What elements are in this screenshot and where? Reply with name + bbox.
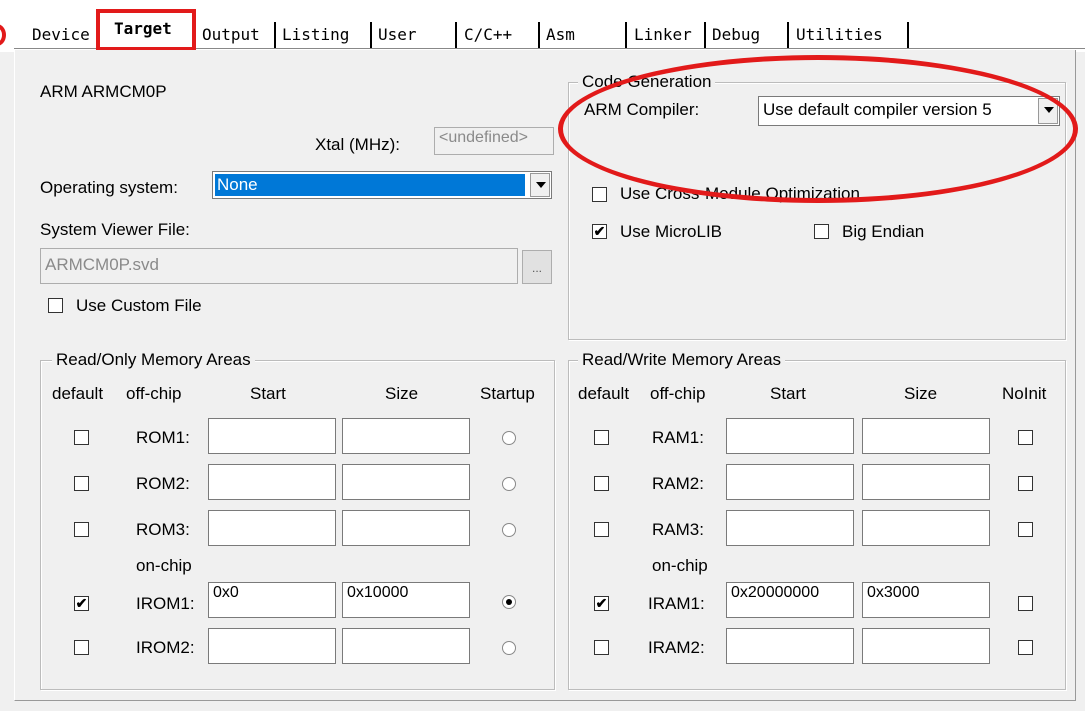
iram1-size-input[interactable]: 0x3000	[862, 582, 990, 618]
irom2-default-checkbox[interactable]	[74, 640, 89, 655]
rw-header-offchip: off-chip	[650, 384, 706, 403]
rw-header-size: Size	[904, 384, 938, 403]
iram2-size-input[interactable]	[862, 628, 990, 664]
irom2-startup-radio[interactable]	[502, 641, 516, 655]
iram1-default-checkbox[interactable]: ✔	[594, 596, 609, 611]
rom3-start-input[interactable]	[208, 510, 336, 546]
ram3-default-checkbox[interactable]	[594, 522, 609, 537]
tab-utilities[interactable]: Utilities	[792, 22, 887, 48]
irom1-startup-radio[interactable]	[502, 595, 516, 609]
ram2-start-input[interactable]	[726, 464, 854, 500]
use-custom-file-label: Use Custom File	[76, 296, 202, 315]
rom1-label: ROM1:	[136, 428, 190, 447]
rom1-start-input[interactable]	[208, 418, 336, 454]
rom2-start-input[interactable]	[208, 464, 336, 500]
ram1-label: RAM1:	[652, 428, 704, 447]
rw-header-default: default	[578, 384, 630, 403]
cross-module-label: Use Cross-Module Optimization	[620, 184, 860, 203]
cross-module-checkbox[interactable]	[592, 187, 607, 202]
rom3-startup-radio[interactable]	[502, 523, 516, 537]
irom1-start-input[interactable]: 0x0	[208, 582, 336, 618]
tab-output[interactable]: Output	[198, 22, 264, 48]
iram2-label: IRAM2:	[648, 638, 705, 657]
ro-header-startup: Startup	[480, 384, 535, 403]
irom1-default-checkbox[interactable]: ✔	[74, 596, 89, 611]
rom1-startup-radio[interactable]	[502, 431, 516, 445]
tab-linker[interactable]: Linker	[630, 22, 696, 48]
tab-debug[interactable]: Debug	[708, 22, 764, 48]
svf-input[interactable]: ARMCM0P.svd	[40, 248, 518, 284]
ro-memory-title: Read/Only Memory Areas	[52, 350, 255, 370]
microlib-label: Use MicroLIB	[620, 222, 723, 241]
irom2-size-input[interactable]	[342, 628, 470, 664]
ram1-size-input[interactable]	[862, 418, 990, 454]
ram2-label: RAM2:	[652, 474, 704, 493]
device-name: ARM ARMCM0P	[40, 82, 167, 101]
iram2-start-input[interactable]	[726, 628, 854, 664]
tab-user[interactable]: User	[374, 22, 421, 48]
tab-strip: Device Target Output Listing User C/C++ …	[0, 0, 1085, 52]
os-label: Operating system:	[40, 178, 178, 197]
ram2-size-input[interactable]	[862, 464, 990, 500]
os-select[interactable]: None	[212, 171, 552, 199]
ram2-default-checkbox[interactable]	[594, 476, 609, 491]
svf-label: System Viewer File:	[40, 220, 190, 239]
ram3-start-input[interactable]	[726, 510, 854, 546]
irom2-label: IROM2:	[136, 638, 195, 657]
code-generation-title: Code Generation	[578, 72, 716, 92]
rom3-label: ROM3:	[136, 520, 190, 539]
rw-memory-title: Read/Write Memory Areas	[578, 350, 786, 370]
ro-onchip-label: on-chip	[136, 556, 192, 575]
rom2-label: ROM2:	[136, 474, 190, 493]
tab-device[interactable]: Device	[28, 22, 94, 48]
tab-cpp[interactable]: C/C++	[460, 22, 516, 48]
tab-listing[interactable]: Listing	[278, 22, 353, 48]
rom2-default-checkbox[interactable]	[74, 476, 89, 491]
xtal-input[interactable]: <undefined>	[434, 127, 554, 155]
compiler-value: Use default compiler version 5	[763, 100, 992, 119]
annotation-mark	[0, 24, 6, 46]
ram3-size-input[interactable]	[862, 510, 990, 546]
rom3-size-input[interactable]	[342, 510, 470, 546]
big-endian-label: Big Endian	[842, 222, 925, 241]
ram3-noinit-checkbox[interactable]	[1018, 522, 1033, 537]
rw-onchip-label: on-chip	[652, 556, 708, 575]
iram2-default-checkbox[interactable]	[594, 640, 609, 655]
rom2-startup-radio[interactable]	[502, 477, 516, 491]
rom3-default-checkbox[interactable]	[74, 522, 89, 537]
big-endian-checkbox[interactable]	[814, 224, 829, 239]
chevron-down-icon[interactable]	[530, 173, 550, 197]
use-custom-file-checkbox[interactable]	[48, 298, 63, 313]
ram2-noinit-checkbox[interactable]	[1018, 476, 1033, 491]
ro-header-default: default	[52, 384, 104, 403]
ram1-noinit-checkbox[interactable]	[1018, 430, 1033, 445]
irom1-label: IROM1:	[136, 594, 195, 613]
ram1-default-checkbox[interactable]	[594, 430, 609, 445]
irom2-start-input[interactable]	[208, 628, 336, 664]
rom1-default-checkbox[interactable]	[74, 430, 89, 445]
tab-highlight-box	[96, 9, 196, 51]
ro-header-offchip: off-chip	[126, 384, 182, 403]
xtal-label: Xtal (MHz):	[315, 135, 400, 154]
irom1-size-input[interactable]: 0x10000	[342, 582, 470, 618]
rw-header-noinit: NoInit	[1002, 384, 1047, 403]
iram1-noinit-checkbox[interactable]	[1018, 596, 1033, 611]
rw-header-start: Start	[770, 384, 806, 403]
compiler-select[interactable]: Use default compiler version 5	[758, 96, 1060, 126]
ram3-label: RAM3:	[652, 520, 704, 539]
compiler-label: ARM Compiler:	[584, 100, 700, 119]
iram2-noinit-checkbox[interactable]	[1018, 640, 1033, 655]
iram1-label: IRAM1:	[648, 594, 705, 613]
iram1-start-input[interactable]: 0x20000000	[726, 582, 854, 618]
rom2-size-input[interactable]	[342, 464, 470, 500]
rom1-size-input[interactable]	[342, 418, 470, 454]
microlib-checkbox[interactable]: ✔	[592, 224, 607, 239]
ro-header-size: Size	[385, 384, 419, 403]
tab-asm[interactable]: Asm	[542, 22, 579, 48]
chevron-down-icon[interactable]	[1038, 98, 1058, 124]
os-value: None	[217, 175, 258, 194]
ro-header-start: Start	[250, 384, 286, 403]
browse-button[interactable]: ...	[522, 250, 552, 284]
ram1-start-input[interactable]	[726, 418, 854, 454]
